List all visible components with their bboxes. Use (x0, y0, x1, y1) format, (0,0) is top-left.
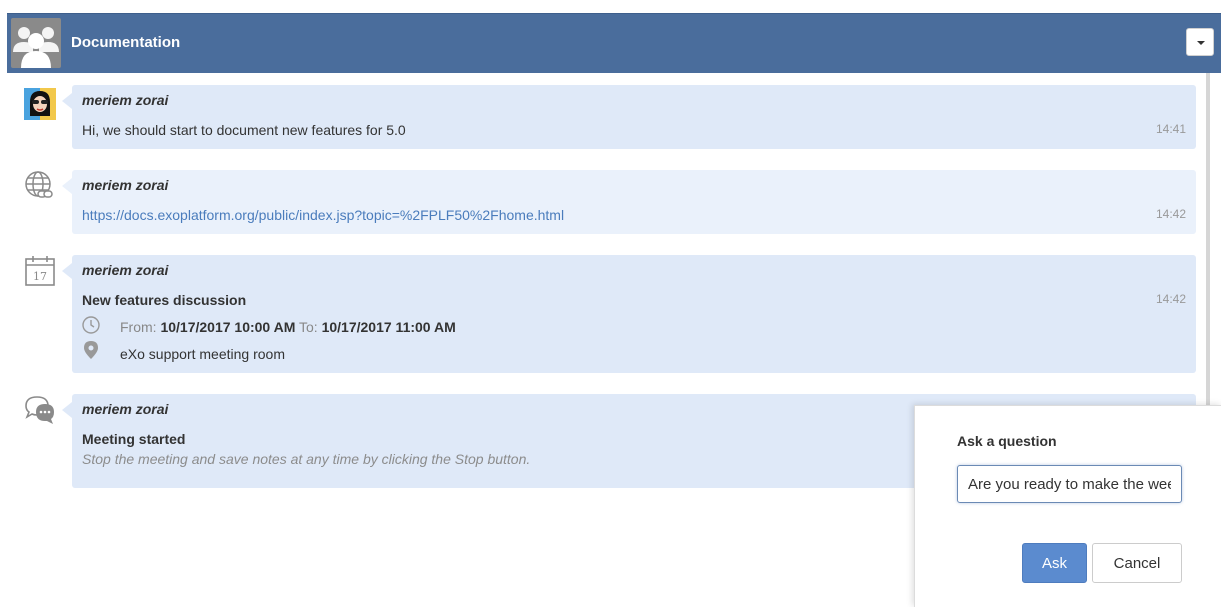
room-header: Documentation (7, 13, 1221, 73)
event-location: eXo support meeting room (120, 346, 285, 362)
link-icon (24, 170, 56, 202)
ask-button[interactable]: Ask (1022, 543, 1087, 583)
left-border (0, 0, 7, 606)
message-author[interactable]: meriem zorai (82, 177, 168, 193)
from-value: 10/17/2017 10:00 AM (160, 319, 296, 335)
message-text: Hi, we should start to document new feat… (82, 122, 406, 138)
event-title: New features discussion (82, 292, 247, 308)
message-author[interactable]: meriem zorai (82, 401, 168, 417)
ask-question-popup: Ask a question Ask Cancel (914, 405, 1221, 607)
calendar-icon: 17 (24, 255, 56, 287)
message-author[interactable]: meriem zorai (82, 92, 168, 108)
location-pin-icon (84, 341, 98, 359)
message-time: 14:42 (1155, 292, 1186, 306)
meeting-title: Meeting started (82, 431, 186, 447)
cancel-button[interactable]: Cancel (1092, 543, 1182, 583)
room-options-dropdown-button[interactable] (1186, 28, 1214, 56)
group-users-icon (11, 18, 61, 68)
event-time-range: From: 10/17/2017 10:00 AM To: 10/17/2017… (120, 319, 456, 335)
chat-bubbles-icon (24, 394, 56, 426)
to-value: 10/17/2017 11:00 AM (321, 319, 456, 335)
message-time: 14:41 (1155, 122, 1186, 136)
message-bubble: meriem zorai https://docs.exoplatform.or… (62, 170, 1196, 234)
room-title: Documentation (71, 34, 181, 51)
message-time: 14:42 (1155, 207, 1186, 221)
from-label: From: (120, 319, 157, 335)
clock-icon (82, 316, 100, 334)
message-bubble: meriem zorai Hi, we should start to docu… (62, 85, 1196, 149)
meeting-note: Stop the meeting and save notes at any t… (82, 451, 531, 467)
question-input[interactable] (957, 465, 1182, 503)
message-link[interactable]: https://docs.exoplatform.org/public/inde… (82, 207, 564, 223)
calendar-day: 17 (33, 270, 47, 283)
to-label: To: (299, 319, 318, 335)
user-avatar[interactable] (24, 88, 56, 120)
message-author[interactable]: meriem zorai (82, 262, 168, 278)
popup-title: Ask a question (957, 433, 1057, 449)
message-bubble: meriem zorai New features discussion 14:… (62, 255, 1196, 373)
